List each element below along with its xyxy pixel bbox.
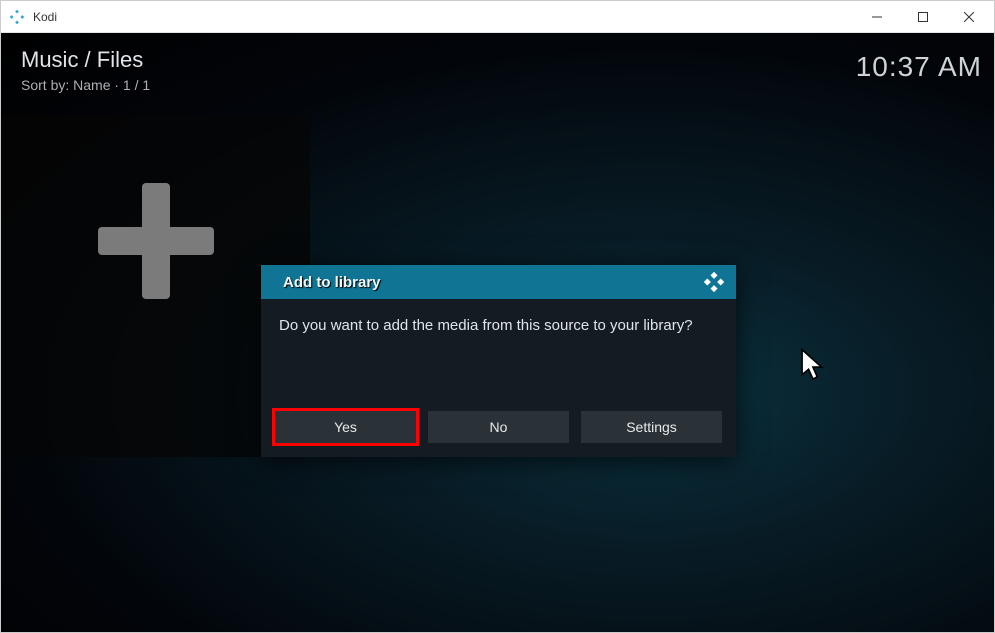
dialog-message: Do you want to add the media from this s…: [261, 299, 736, 411]
no-button[interactable]: No: [428, 411, 569, 443]
maximize-button[interactable]: [900, 2, 946, 32]
app-content: Music / Files Sort by: Name · 1 / 1 10:3…: [1, 33, 994, 632]
minimize-button[interactable]: [854, 2, 900, 32]
dialog-header: Add to library: [261, 265, 736, 299]
kodi-logo-icon: [9, 9, 25, 25]
settings-button[interactable]: Settings: [581, 411, 722, 443]
clock: 10:37 AM: [856, 51, 982, 83]
window-controls: [854, 2, 992, 32]
titlebar: Kodi: [1, 1, 994, 33]
mouse-cursor-icon: [801, 348, 827, 384]
titlebar-left: Kodi: [9, 9, 57, 25]
close-button[interactable]: [946, 2, 992, 32]
add-source-icon[interactable]: [98, 183, 214, 299]
app-window: Kodi Music / Files Sort by: Name · 1 / 1…: [0, 0, 995, 633]
sort-info: Sort by: Name · 1 / 1: [21, 77, 150, 93]
kodi-logo-icon: [704, 272, 724, 292]
breadcrumb: Music / Files: [21, 47, 143, 73]
add-to-library-dialog: Add to library Do you want to add the me…: [261, 265, 736, 457]
dialog-button-row: Yes No Settings: [261, 411, 736, 457]
yes-button[interactable]: Yes: [275, 411, 416, 443]
window-title: Kodi: [33, 10, 57, 24]
dialog-title: Add to library: [283, 274, 381, 291]
